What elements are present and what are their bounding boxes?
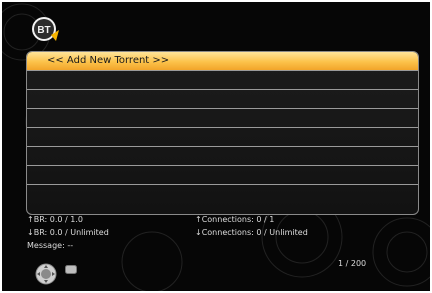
page-counter: 1 / 200 <box>338 259 367 268</box>
download-connections-value: 0 / Unlimited <box>256 228 308 237</box>
list-item[interactable] <box>27 128 418 147</box>
torrent-list: << Add New Torrent >> <box>26 51 419 215</box>
svg-text:BT: BT <box>37 25 50 36</box>
message-label: Message: <box>27 241 65 250</box>
bittorrent-screen: BT << Add New Torrent >> ↑BR: 0.0 / 1.0 … <box>2 2 430 291</box>
upload-bitrate-value: 0.0 / 1.0 <box>49 215 83 224</box>
message-value: -- <box>67 241 74 250</box>
download-bitrate-value: 0.0 / Unlimited <box>49 228 109 237</box>
list-item[interactable] <box>27 147 418 166</box>
upload-connections-value: 0 / 1 <box>256 215 275 224</box>
upload-bitrate: ↑BR: 0.0 / 1.0 <box>27 215 83 225</box>
upload-connections: ↑Connections: 0 / 1 <box>195 215 274 225</box>
upload-bitrate-label: ↑BR: <box>27 215 48 224</box>
add-torrent-item[interactable]: << Add New Torrent >> <box>27 52 418 71</box>
list-item[interactable] <box>27 90 418 109</box>
upload-connections-label: ↑Connections: <box>195 215 254 224</box>
list-item[interactable] <box>27 185 418 204</box>
list-item[interactable] <box>27 109 418 128</box>
download-connections-label: ↓Connections: <box>195 228 254 237</box>
list-item[interactable] <box>27 166 418 185</box>
navigation-pad-icon <box>35 263 57 285</box>
message-line: Message: -- <box>27 241 73 251</box>
download-bitrate-label: ↓BR: <box>27 228 48 237</box>
download-bitrate: ↓BR: 0.0 / Unlimited <box>27 228 109 238</box>
ok-button-icon <box>65 265 77 274</box>
download-connections: ↓Connections: 0 / Unlimited <box>195 228 308 238</box>
list-item[interactable] <box>27 71 418 90</box>
bittorrent-logo-icon: BT <box>32 17 59 41</box>
